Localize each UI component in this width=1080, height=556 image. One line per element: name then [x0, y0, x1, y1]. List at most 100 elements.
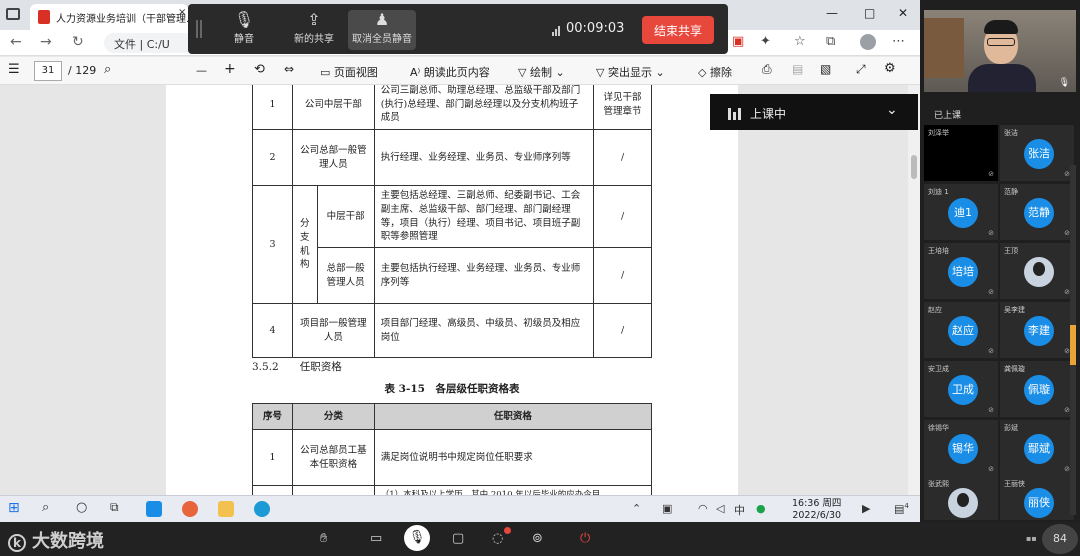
- row-requirement: /: [593, 303, 652, 359]
- zoom-out-button[interactable]: —: [196, 64, 207, 77]
- scrollbar-thumb[interactable]: [1070, 325, 1076, 365]
- participant-tile[interactable]: 张洁 张洁 ⊘: [1000, 125, 1074, 181]
- new-share-button[interactable]: ⇪ 新的共享: [282, 10, 346, 50]
- camera-icon[interactable]: ▭: [370, 531, 382, 546]
- page-number-input[interactable]: 31: [34, 61, 62, 81]
- show-desktop-icon[interactable]: ▶: [862, 502, 870, 515]
- windows-start-icon[interactable]: ⊞: [8, 500, 20, 516]
- taskbar-clock[interactable]: 16:36 周四 2022/6/30: [792, 498, 841, 522]
- task-view-icon[interactable]: ⧉: [110, 500, 119, 515]
- participant-avatar: 佩璇: [1024, 375, 1054, 405]
- zoom-in-button[interactable]: +: [224, 61, 236, 77]
- wechat-icon[interactable]: ●: [756, 502, 766, 515]
- shared-screen: 人力资源业务培训（干部管理... × — □ ✕ ← → ↻ 文件 | C:/U…: [0, 0, 920, 522]
- participant-tile[interactable]: 安卫成 卫成 ⊘: [924, 361, 998, 417]
- leave-meeting-icon[interactable]: ⏻: [580, 531, 590, 546]
- draw-button[interactable]: ▽ 绘制 ⌄: [518, 64, 565, 80]
- end-share-button[interactable]: 结束共享: [642, 16, 714, 44]
- search-icon[interactable]: ⌕: [42, 500, 49, 515]
- participant-tile[interactable]: 徐锡华 锡华 ⊘: [924, 420, 998, 476]
- wifi-icon[interactable]: ◠: [698, 502, 708, 515]
- extension-puzzle-icon[interactable]: ✦: [760, 34, 771, 49]
- collections-icon[interactable]: ⧉: [826, 34, 835, 49]
- save-as-icon[interactable]: ▧: [820, 62, 831, 76]
- drag-handle[interactable]: [196, 20, 202, 38]
- file-explorer-icon[interactable]: [218, 501, 234, 517]
- erase-button[interactable]: ◇ 擦除: [698, 64, 732, 80]
- browser-app-icon[interactable]: [182, 501, 198, 517]
- search-icon[interactable]: ⌕: [104, 62, 111, 77]
- tray-app-icon[interactable]: ▣: [662, 502, 672, 515]
- tray-chevron-icon[interactable]: ⌃: [632, 502, 641, 515]
- network-status-icon: ▪▪: [1026, 534, 1037, 543]
- page-view-button[interactable]: ▭ 页面视图: [320, 64, 378, 80]
- url-field[interactable]: 文件 | C:/U: [104, 33, 194, 53]
- participant-tile[interactable]: 吴李建 李建 ⊘: [1000, 302, 1074, 358]
- window-close-button[interactable]: ✕: [898, 6, 908, 20]
- cortana-icon[interactable]: ○: [76, 500, 87, 515]
- participant-tile[interactable]: 刘泽举 ⊘: [924, 125, 998, 181]
- highlight-button[interactable]: ▽ 突出显示 ⌄: [596, 64, 665, 80]
- meeting-bottom-bar: k 大数跨境 ✋︎ ▭ 🎙︎ ▢ ◌ ⊚ ⏻ ▪▪ 84: [0, 522, 1080, 556]
- profile-avatar[interactable]: [860, 34, 876, 50]
- presenter-glasses: [987, 38, 1015, 46]
- participant-tile[interactable]: 范静 范静 ⊘: [1000, 184, 1074, 240]
- pdf-viewer[interactable]: 1 公司中层干部 公司三副总师、助理总经理、总监级干部及部门(执行)总经理、部门…: [0, 85, 920, 495]
- participant-name: 龚佩璇: [1004, 365, 1025, 373]
- forward-arrow-icon[interactable]: →: [40, 34, 52, 50]
- scrollbar-thumb[interactable]: [911, 155, 917, 179]
- table-of-contents-icon[interactable]: ☰: [8, 62, 20, 77]
- back-arrow-icon[interactable]: ←: [10, 34, 22, 50]
- edge-browser-icon[interactable]: [254, 501, 270, 517]
- muted-mic-icon: ⊘: [988, 288, 994, 296]
- tab-close-icon[interactable]: ×: [178, 7, 186, 18]
- volume-icon[interactable]: ◁: [716, 502, 724, 515]
- screen-share-icon[interactable]: ▢: [452, 531, 464, 546]
- chat-icon[interactable]: ◌: [492, 531, 503, 546]
- notification-center-icon[interactable]: ▤4: [894, 502, 909, 516]
- muted-microphone-button[interactable]: 🎙︎: [404, 525, 430, 551]
- meeting-app-icon[interactable]: [146, 501, 162, 517]
- save-icon[interactable]: ▤: [792, 62, 803, 76]
- print-icon[interactable]: ⎙: [762, 62, 772, 77]
- participant-tile[interactable]: 王丽侠 丽侠: [1000, 476, 1074, 520]
- row-subcategory: 总部一般管理人员: [316, 247, 375, 305]
- participant-tile[interactable]: 王顶 ⊘: [1000, 243, 1074, 299]
- fullscreen-icon[interactable]: ⤢: [856, 62, 866, 77]
- chevron-down-icon[interactable]: ⌄: [886, 102, 898, 118]
- participant-tile[interactable]: 刘迪 1 迪1 ⊘: [924, 184, 998, 240]
- row-requirement: （1）本科及以上学历，其中 2010 年以后毕业的应办令目: [373, 484, 653, 495]
- participant-tile[interactable]: 赵应 赵应 ⊘: [924, 302, 998, 358]
- refresh-icon[interactable]: ↻: [72, 34, 84, 50]
- settings-gear-icon[interactable]: ⚙: [884, 61, 896, 76]
- participant-scrollbar[interactable]: [1070, 165, 1076, 515]
- class-status-panel[interactable]: 上课中 ⌄: [710, 94, 918, 130]
- row-category: [291, 484, 375, 495]
- teacher-video[interactable]: 🎙︎: [924, 10, 1076, 92]
- window-maximize-button[interactable]: □: [864, 6, 875, 20]
- browser-tab[interactable]: 人力资源业务培训（干部管理...: [30, 4, 188, 30]
- unmute-all-button[interactable]: ♟ 取消全员静音: [348, 10, 416, 50]
- mute-button[interactable]: 🎙︎ 静音: [212, 10, 276, 50]
- row-description: 主要包括执行经理、业务经理、业务员、专业师序列等: [373, 247, 595, 305]
- window-minimize-button[interactable]: —: [826, 6, 838, 20]
- participant-tile[interactable]: 王培培 培培 ⊘: [924, 243, 998, 299]
- favorites-star-icon[interactable]: ☆: [794, 34, 806, 49]
- input-method-icon[interactable]: 中: [734, 502, 745, 518]
- clock-time: 16:36 周四: [792, 498, 842, 509]
- row-subcategory: 中层干部: [316, 184, 375, 249]
- settings-icon[interactable]: ⊚: [532, 531, 543, 546]
- participant-tile[interactable]: 张武熙: [924, 476, 998, 520]
- read-aloud-button[interactable]: A⁾ 朗读此页内容: [410, 64, 490, 80]
- participant-tile[interactable]: 龚佩璇 佩璇 ⊘: [1000, 361, 1074, 417]
- raise-hand-icon[interactable]: ✋︎: [320, 531, 327, 546]
- row-requirement: /: [593, 247, 652, 305]
- fit-page-icon[interactable]: ⇔: [284, 62, 294, 76]
- zoom-level-indicator[interactable]: 84: [1042, 524, 1078, 554]
- participant-tile[interactable]: 彭斌 鄢斌 ⊘: [1000, 420, 1074, 476]
- pdf-scrollbar[interactable]: [908, 85, 920, 495]
- rotate-icon[interactable]: ⟲: [254, 62, 265, 77]
- more-options-icon[interactable]: ⋯: [892, 34, 905, 49]
- extension-icon[interactable]: ▣: [732, 34, 744, 49]
- tab-actions-icon[interactable]: [6, 8, 20, 20]
